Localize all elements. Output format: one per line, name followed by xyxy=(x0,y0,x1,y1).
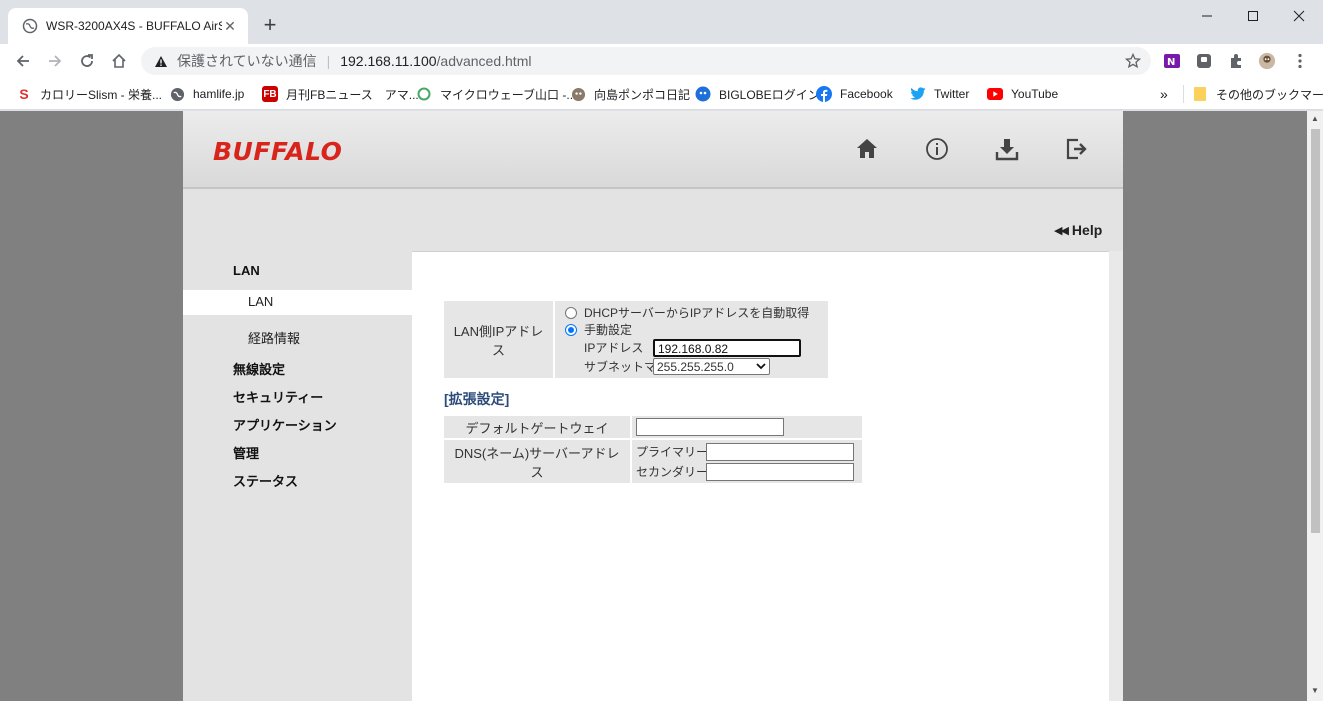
extended-settings-table: デフォルトゲートウェイ DNS(ネーム)サーバーアドレス プライマリー: セカン… xyxy=(442,414,864,485)
dns-secondary-label: セカンダリー: xyxy=(636,465,712,479)
back-button[interactable] xyxy=(10,48,36,74)
microwave-site-icon xyxy=(416,86,432,102)
extended-settings-title: [拡張設定] xyxy=(444,391,510,407)
app-header: BUFFALO xyxy=(183,111,1123,189)
bookmark-item[interactable]: 向島ポンポコ日記 xyxy=(570,85,690,103)
bookmarks-bar: S カロリーSlism - 栄養... hamlife.jp FB 月刊FBニュ… xyxy=(0,78,1323,110)
page-scrollbar[interactable]: ▲ ▼ xyxy=(1307,111,1323,701)
gateway-input[interactable] xyxy=(636,418,784,436)
ip-address-label: IPアドレス xyxy=(584,341,644,355)
arrow-right-icon xyxy=(49,55,62,67)
youtube-icon xyxy=(987,86,1003,102)
home-icon[interactable] xyxy=(853,135,881,163)
tab-strip: WSR-3200AX4S - BUFFALO AirSt ✕ + xyxy=(0,0,1323,44)
dns-primary-input[interactable] xyxy=(706,442,854,461)
content-rail xyxy=(1109,251,1123,701)
security-label: 保護されていない通信 xyxy=(177,53,317,69)
scroll-down-arrow-icon[interactable]: ▼ xyxy=(1311,687,1319,695)
router-admin-app: BUFFALO ◀◀ Help LAN LAN 経路情報 無線設定 セキュリティ… xyxy=(183,111,1123,701)
dns-label: DNS(ネーム)サーバーアドレス xyxy=(442,438,632,485)
extension-icon[interactable] xyxy=(1195,52,1213,70)
forward-button[interactable] xyxy=(42,48,68,74)
menu-wireless[interactable]: 無線設定 xyxy=(233,359,285,378)
menu-security[interactable]: セキュリティー xyxy=(233,387,323,406)
page-viewport: BUFFALO ◀◀ Help LAN LAN 経路情報 無線設定 セキュリティ… xyxy=(0,111,1307,701)
twitter-icon xyxy=(910,86,926,102)
lan-ip-label: LAN側IPアドレス xyxy=(442,299,555,380)
bookmark-item[interactable]: マイクロウェーブ山口 -... xyxy=(416,85,576,103)
bookmark-item[interactable]: YouTube xyxy=(987,85,1058,103)
scrollbar-thumb[interactable] xyxy=(1311,129,1320,533)
gateway-label: デフォルトゲートウェイ xyxy=(442,414,632,440)
home-icon xyxy=(112,53,126,68)
subnet-mask-label: サブネットマスク xyxy=(584,360,681,374)
menu-routing[interactable]: 経路情報 xyxy=(248,328,300,347)
minimize-button[interactable] xyxy=(1184,0,1230,32)
globe-icon xyxy=(169,86,185,102)
ip-address-input[interactable]: 192.168.0.82 xyxy=(653,338,801,357)
arrow-left-icon xyxy=(16,55,29,67)
download-icon[interactable] xyxy=(993,135,1021,163)
dhcp-radio-row[interactable]: DHCPサーバーからIPアドレスを自動取得 xyxy=(565,304,820,321)
bookmark-star-icon[interactable] xyxy=(1124,52,1142,69)
reload-icon xyxy=(81,54,93,67)
other-bookmarks-folder[interactable]: その他のブックマーク xyxy=(1192,85,1323,103)
dhcp-radio[interactable] xyxy=(565,306,577,319)
menu-admin[interactable]: 管理 xyxy=(233,443,259,462)
tab-close-icon[interactable]: ✕ xyxy=(222,18,238,34)
warning-icon[interactable] xyxy=(153,53,169,69)
menu-lan-sub[interactable]: LAN xyxy=(248,294,273,309)
address-bar[interactable]: 保護されていない通信 | 192.168.11.100/advanced.htm… xyxy=(141,47,1151,75)
onenote-extension-icon[interactable]: N xyxy=(1163,52,1181,70)
logout-icon[interactable] xyxy=(1063,135,1091,163)
menu-dots-icon[interactable] xyxy=(1291,52,1309,70)
bookmark-item[interactable]: BIGLOBEログイン xyxy=(695,85,820,103)
double-left-arrow-icon: ◀◀ xyxy=(1054,224,1069,237)
svg-text:N: N xyxy=(1167,57,1175,68)
content-panel: LAN側IPアドレス DHCPサーバーからIPアドレスを自動取得 手動設定 IP… xyxy=(412,251,1109,701)
menu-application[interactable]: アプリケーション xyxy=(233,415,337,434)
manual-radio-row[interactable]: 手動設定 xyxy=(565,321,820,338)
profile-avatar[interactable] xyxy=(1258,52,1276,70)
bookmark-item[interactable]: Twitter xyxy=(910,85,969,103)
bookmark-item[interactable]: Facebook xyxy=(816,85,893,103)
maximize-button[interactable] xyxy=(1230,0,1276,32)
window-close-button[interactable] xyxy=(1276,0,1322,32)
calorie-slism-icon: S xyxy=(19,86,29,102)
raccoon-icon xyxy=(570,86,586,102)
subnet-mask-select[interactable]: 255.255.255.0 xyxy=(653,358,770,375)
menu-lan[interactable]: LAN xyxy=(233,263,260,278)
menu-lan-sub-active[interactable] xyxy=(183,290,412,315)
menu-status[interactable]: ステータス xyxy=(233,471,298,490)
bookmark-item[interactable]: FB 月刊FBニュース アマ... xyxy=(262,85,419,103)
new-tab-button[interactable]: + xyxy=(258,14,282,38)
buffalo-logo: BUFFALO xyxy=(213,137,343,166)
scroll-up-arrow-icon[interactable]: ▲ xyxy=(1311,115,1319,123)
tab-title: WSR-3200AX4S - BUFFALO AirSt xyxy=(46,19,222,33)
bookmark-item[interactable]: hamlife.jp xyxy=(169,85,244,103)
url-path: /advanced.html xyxy=(436,53,532,69)
lan-ip-table: LAN側IPアドレス DHCPサーバーからIPアドレスを自動取得 手動設定 IP… xyxy=(442,299,830,380)
reload-button[interactable] xyxy=(74,48,100,74)
dns-secondary-input[interactable] xyxy=(706,462,854,481)
folder-icon xyxy=(1192,86,1208,102)
bookmark-item[interactable]: S カロリーSlism - 栄養... xyxy=(16,85,162,103)
home-button[interactable] xyxy=(106,48,132,74)
chevron-down-icon xyxy=(756,363,766,370)
bookmarks-overflow-button[interactable]: » xyxy=(1160,85,1168,103)
puzzle-icon[interactable] xyxy=(1227,52,1245,70)
dns-primary-label: プライマリー: xyxy=(636,445,712,459)
browser-tab[interactable]: WSR-3200AX4S - BUFFALO AirSt ✕ xyxy=(8,8,248,44)
facebook-icon xyxy=(816,86,832,102)
browser-toolbar: 保護されていない通信 | 192.168.11.100/advanced.htm… xyxy=(0,44,1323,78)
manual-radio[interactable] xyxy=(565,323,577,336)
help-link[interactable]: ◀◀ Help xyxy=(1054,222,1102,238)
globe-icon xyxy=(22,18,38,34)
info-icon[interactable] xyxy=(923,135,951,163)
biglobe-icon xyxy=(695,86,711,102)
fb-news-icon: FB xyxy=(262,86,278,102)
url-host: 192.168.11.100 xyxy=(340,53,437,69)
